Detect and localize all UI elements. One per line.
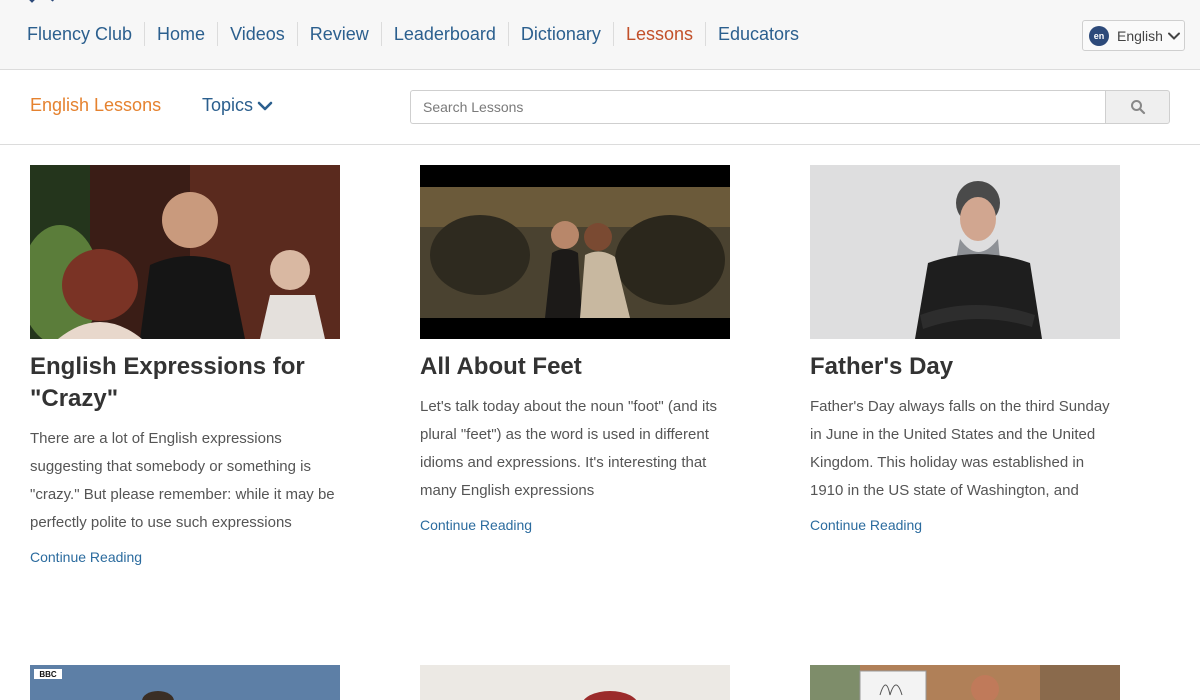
nav-lessons[interactable]: Lessons	[612, 22, 705, 46]
lesson-thumbnail[interactable]	[810, 165, 1120, 339]
nav-videos[interactable]: Videos	[217, 22, 297, 46]
lesson-excerpt: Father's Day always falls on the third S…	[810, 398, 1110, 499]
search-icon	[1130, 100, 1145, 115]
continue-reading-link[interactable]: Continue Reading	[30, 549, 340, 565]
lesson-thumbnail[interactable]	[30, 165, 340, 339]
nav-educators[interactable]: Educators	[704, 22, 811, 46]
continue-reading-link[interactable]: Continue Reading	[420, 517, 730, 533]
topics-dropdown[interactable]: Topics	[202, 95, 273, 116]
lesson-thumbnail[interactable]	[420, 665, 730, 700]
search-bar	[410, 90, 1170, 124]
topics-label: Topics	[202, 95, 254, 115]
chevron-down-icon	[257, 101, 273, 110]
nav-fluency-club[interactable]: Fluency Club	[15, 22, 144, 46]
lesson-excerpt: There are a lot of English expressions s…	[30, 430, 335, 531]
lesson-image	[420, 165, 730, 339]
nav-dictionary[interactable]: Dictionary	[507, 22, 613, 46]
lesson-title[interactable]: English Expressions for "Crazy"	[30, 351, 340, 415]
lesson-title[interactable]: Father's Day	[810, 351, 1120, 383]
logo-icon[interactable]	[24, 0, 64, 6]
lesson-image	[30, 165, 340, 339]
lesson-card: All About Feet Let's talk today about th…	[420, 165, 730, 533]
lesson-image: BBC	[30, 665, 340, 700]
page-title[interactable]: English Lessons	[30, 95, 161, 116]
bbc-tag: BBC	[39, 670, 57, 679]
nav-leaderboard[interactable]: Leaderboard	[380, 22, 508, 46]
nav-home[interactable]: Home	[144, 22, 217, 46]
lesson-image	[810, 165, 1120, 339]
lessons-subheader: English Lessons Topics	[0, 70, 1200, 145]
language-badge: en	[1089, 25, 1109, 46]
lesson-thumbnail[interactable]: BBC	[30, 665, 340, 700]
search-input[interactable]	[410, 90, 1105, 124]
lesson-thumbnail[interactable]	[420, 165, 730, 339]
language-label: English	[1117, 27, 1163, 44]
continue-reading-link[interactable]: Continue Reading	[810, 517, 1120, 533]
lesson-image	[420, 665, 730, 700]
chevron-down-icon	[1167, 32, 1180, 40]
lesson-title[interactable]: All About Feet	[420, 351, 730, 383]
lesson-card: Father's Day Father's Day always falls o…	[810, 165, 1120, 533]
language-select[interactable]: en English	[1082, 20, 1185, 51]
nav-review[interactable]: Review	[296, 22, 381, 46]
nav-links: Fluency Club Home Videos Review Leaderbo…	[15, 22, 811, 46]
top-nav: Fluency Club Home Videos Review Leaderbo…	[0, 0, 1200, 70]
search-button[interactable]	[1105, 90, 1170, 124]
lesson-thumbnail[interactable]	[810, 665, 1120, 700]
lesson-excerpt: Let's talk today about the noun "foot" (…	[420, 398, 718, 499]
lesson-card: English Expressions for "Crazy" There ar…	[30, 165, 340, 565]
lesson-image	[810, 665, 1120, 700]
